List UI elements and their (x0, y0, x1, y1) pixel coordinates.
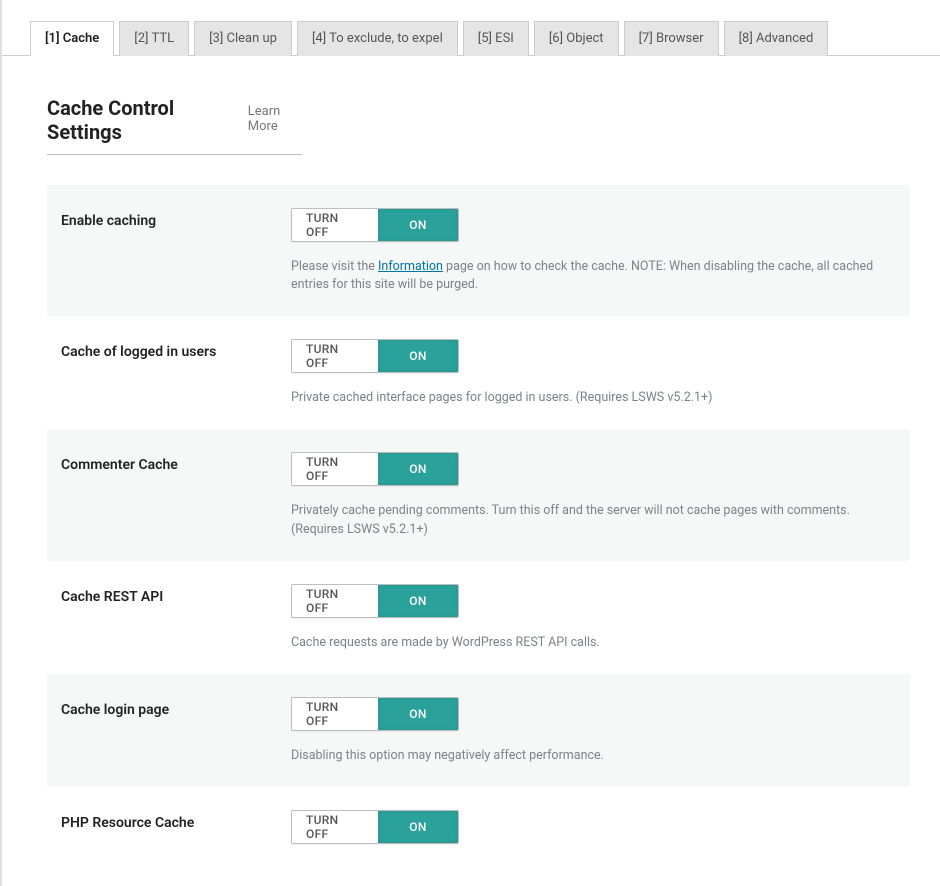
toggle-on[interactable]: ON (378, 209, 458, 241)
setting-body: TURN OFFON Privately cache pending commen… (291, 451, 896, 538)
toggle-off[interactable]: TURN OFF (292, 340, 378, 372)
tab-3[interactable]: [3] Clean up (194, 21, 292, 56)
toggle[interactable]: TURN OFFON (291, 208, 459, 242)
setting-row: Cache REST APITURN OFFON Cache requests a… (47, 561, 910, 674)
setting-row: Enable cachingTURN OFFON Please visit the… (47, 185, 910, 316)
setting-body: TURN OFFON Cache requests are made by Wor… (291, 583, 896, 652)
page-title: Cache Control Settings (47, 96, 218, 144)
learn-more-link[interactable]: Learn More (248, 104, 302, 134)
setting-label: PHP Resource Cache (61, 809, 291, 844)
toggle-on[interactable]: ON (378, 698, 458, 730)
tab-6[interactable]: [6] Object (534, 21, 619, 56)
setting-label: Cache login page (61, 696, 291, 765)
toggle-off[interactable]: TURN OFF (292, 698, 378, 730)
tab-8[interactable]: [8] Advanced (724, 21, 829, 56)
toggle-on[interactable]: ON (378, 340, 458, 372)
toggle-off[interactable]: TURN OFF (292, 209, 378, 241)
tab-5[interactable]: [5] ESI (463, 21, 529, 56)
setting-body: TURN OFFON Disabling this option may nega… (291, 696, 896, 765)
setting-label: Commenter Cache (61, 451, 291, 538)
setting-description: Disabling this option may negatively aff… (291, 747, 896, 765)
setting-description: Cache requests are made by WordPress RES… (291, 634, 896, 652)
toggle[interactable]: TURN OFFON (291, 584, 459, 618)
toggle-on[interactable]: ON (378, 811, 458, 843)
setting-row: Cache login pageTURN OFFON Disabling this… (47, 674, 910, 787)
tab-7[interactable]: [7] Browser (624, 21, 719, 56)
toggle[interactable]: TURN OFFON (291, 452, 459, 486)
toggle-off[interactable]: TURN OFF (292, 453, 378, 485)
toggle-on[interactable]: ON (378, 453, 458, 485)
setting-row: PHP Resource CacheTURN OFFON (47, 787, 910, 866)
setting-body: TURN OFFON Please visit the Information p… (291, 207, 896, 294)
setting-description: Privately cache pending comments. Turn t… (291, 502, 896, 538)
setting-label: Cache of logged in users (61, 338, 291, 407)
setting-label: Cache REST API (61, 583, 291, 652)
setting-row: Cache of logged in usersTURN OFFON Privat… (47, 316, 910, 429)
settings-list: Enable cachingTURN OFFONPlease visit the… (47, 185, 910, 866)
toggle[interactable]: TURN OFFON (291, 339, 459, 373)
setting-row: Commenter CacheTURN OFFON Privately cache… (47, 429, 910, 560)
setting-description: Please visit the Information page on how… (291, 258, 896, 294)
setting-body: TURN OFFON Private cached interface pages… (291, 338, 896, 407)
tab-4[interactable]: [4] To exclude, to expel (297, 21, 458, 56)
information-link[interactable]: Information (378, 259, 443, 274)
toggle[interactable]: TURN OFFON (291, 697, 459, 731)
toggle-on[interactable]: ON (378, 585, 458, 617)
settings-tabs: [1] Cache[2] TTL[3] Clean up[4] To exclu… (2, 0, 940, 56)
toggle[interactable]: TURN OFFON (291, 810, 459, 844)
setting-body: TURN OFFON (291, 809, 896, 844)
tab-1[interactable]: [1] Cache (30, 21, 114, 56)
setting-description: Private cached interface pages for logge… (291, 389, 896, 407)
toggle-off[interactable]: TURN OFF (292, 585, 378, 617)
toggle-off[interactable]: TURN OFF (292, 811, 378, 843)
tab-2[interactable]: [2] TTL (119, 21, 189, 56)
setting-label: Enable caching (61, 207, 291, 294)
